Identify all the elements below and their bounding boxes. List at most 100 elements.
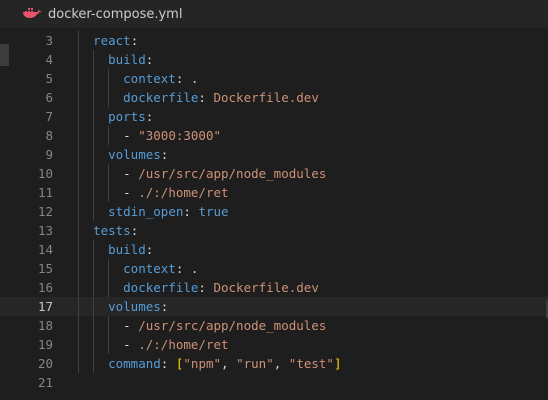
code-line[interactable]: 21 <box>0 373 548 392</box>
indent-guide <box>78 278 79 297</box>
indent-guide <box>93 107 95 126</box>
indent-guide <box>78 221 79 240</box>
code-line[interactable]: 19 - ./:/home/ret <box>0 335 548 354</box>
code-token: : <box>130 223 139 238</box>
indent-guide <box>78 297 79 316</box>
line-number: 6 <box>45 90 53 105</box>
code-line[interactable]: 14 build: <box>0 240 548 259</box>
code-token: . <box>190 71 199 86</box>
code-token: , <box>221 356 237 371</box>
line-code: react: <box>78 31 138 50</box>
indent-guide <box>108 183 110 202</box>
line-number: 17 <box>37 299 53 314</box>
line-number: 3 <box>45 33 53 48</box>
code-line[interactable]: 18 - /usr/src/app/node_modules <box>0 316 548 335</box>
code-line[interactable]: 17 volumes: <box>0 297 548 316</box>
code-token: : <box>175 261 191 276</box>
line-code: - /usr/src/app/node_modules <box>78 316 326 335</box>
indent-guide <box>108 164 110 183</box>
tab-docker-compose[interactable]: docker-compose.yml <box>22 0 182 28</box>
line-code: - ./:/home/ret <box>78 335 228 354</box>
indent-guide <box>93 126 95 145</box>
line-code: command: ["npm", "run", "test"] <box>78 354 341 373</box>
indent-guide <box>93 145 95 164</box>
code-line[interactable]: 5 context: . <box>0 69 548 88</box>
code-token: "npm" <box>183 356 222 371</box>
indent-guide <box>108 278 110 297</box>
line-number: 4 <box>45 52 53 67</box>
code-line[interactable]: 20 command: ["npm", "run", "test"] <box>0 354 548 373</box>
indent-guide <box>108 316 110 335</box>
indent-guide <box>93 202 95 221</box>
line-code: tests: <box>78 221 138 240</box>
code-line[interactable]: 6 dockerfile: Dockerfile.dev <box>0 88 548 107</box>
code-line[interactable]: 3 react: <box>0 31 548 50</box>
code-token: dockerfile <box>123 280 199 295</box>
code-token: /usr/src/app/node_modules <box>138 318 327 333</box>
code-line[interactable]: 12 stdin_open: true <box>0 202 548 221</box>
code-editor[interactable]: 3 react: 4 build: 5 context: .6 dockerfile… <box>0 29 548 400</box>
code-line[interactable]: 8 - "3000:3000" <box>0 126 548 145</box>
line-code: stdin_open: true <box>78 202 229 221</box>
indent-guide <box>78 31 79 50</box>
line-code: - ./:/home/ret <box>78 183 229 202</box>
code-token: : <box>145 242 154 257</box>
indent-guide <box>108 88 110 107</box>
line-code: - /usr/src/app/node_modules <box>78 164 326 183</box>
code-token: "run" <box>236 356 274 371</box>
indent-guide <box>108 259 110 278</box>
tab-label: docker-compose.yml <box>48 6 183 22</box>
code-line[interactable]: 10 - /usr/src/app/node_modules <box>0 164 548 183</box>
code-token: Dockerfile.dev <box>213 280 319 295</box>
code-line[interactable]: 13 tests: <box>0 221 548 240</box>
code-token: "test" <box>288 356 334 371</box>
code-token: context <box>123 71 176 86</box>
indent-guide <box>78 316 79 335</box>
line-code: volumes: <box>78 298 168 315</box>
code-line[interactable]: 15 context: . <box>0 259 548 278</box>
indent-guide <box>93 88 95 107</box>
code-line[interactable]: 7 ports: <box>0 107 548 126</box>
indent-guide <box>93 183 95 202</box>
code-line[interactable]: 4 build: <box>0 50 548 69</box>
code-token: - <box>123 166 139 181</box>
code-token: - <box>123 128 139 143</box>
code-line[interactable]: 9 volumes: <box>0 145 548 164</box>
code-token: . <box>190 261 199 276</box>
code-token: ./:/home/ret <box>138 185 229 200</box>
indent-guide <box>93 164 95 183</box>
indent-guide <box>78 126 79 145</box>
line-code: context: . <box>78 69 198 88</box>
line-number: 5 <box>45 71 53 86</box>
code-token: build <box>108 242 146 257</box>
line-number: 7 <box>45 109 53 124</box>
indent-guide <box>78 69 79 88</box>
code-token: : <box>183 204 199 219</box>
code-token: true <box>198 204 229 219</box>
line-number: 8 <box>45 128 53 143</box>
indent-guide <box>78 202 79 221</box>
line-number: 21 <box>37 375 53 390</box>
code-token: : <box>175 71 191 86</box>
indent-guide <box>93 297 95 316</box>
line-number: 14 <box>37 242 53 257</box>
line-code: context: . <box>78 259 198 278</box>
code-token: volumes <box>108 147 161 162</box>
code-token: context <box>123 261 176 276</box>
code-token: : <box>130 33 139 48</box>
indent-guide <box>93 259 95 278</box>
indent-guide <box>78 183 79 202</box>
indent-guide <box>78 88 79 107</box>
indent-guide <box>78 354 79 373</box>
code-token: react <box>93 33 131 48</box>
code-token: - <box>123 185 139 200</box>
indent-guide <box>93 278 95 297</box>
code-token: - <box>123 337 139 352</box>
code-line[interactable]: 11 - ./:/home/ret <box>0 183 548 202</box>
line-number: 15 <box>37 261 53 276</box>
indent-guide <box>78 50 79 69</box>
code-token: : <box>145 52 154 67</box>
code-line[interactable]: 16 dockerfile: Dockerfile.dev <box>0 278 548 297</box>
code-token: tests <box>93 223 131 238</box>
line-code: build: <box>78 240 153 259</box>
